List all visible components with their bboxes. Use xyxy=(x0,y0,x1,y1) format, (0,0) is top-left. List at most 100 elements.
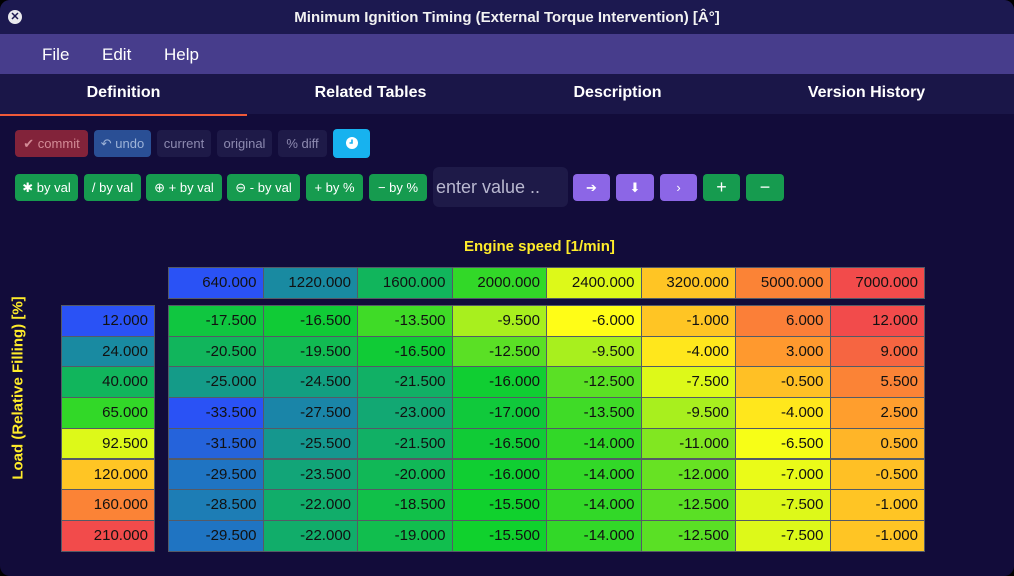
table-cell[interactable]: -27.500 xyxy=(262,397,358,429)
table-cell[interactable]: -33.500 xyxy=(168,397,264,429)
table-cell[interactable]: -6.000 xyxy=(546,305,642,337)
y-axis-cell[interactable]: 40.000 xyxy=(61,366,155,399)
commit-button[interactable]: ✔ commit xyxy=(15,130,88,157)
table-cell[interactable]: -7.500 xyxy=(640,366,736,399)
table-cell[interactable]: -9.500 xyxy=(640,397,736,429)
clock-button[interactable] xyxy=(333,129,370,158)
add-by-percent-button[interactable]: + by % xyxy=(306,174,363,201)
table-cell[interactable]: -1.000 xyxy=(640,305,736,337)
table-cell[interactable]: -24.500 xyxy=(262,366,358,399)
table-cell[interactable]: -4.000 xyxy=(640,335,736,368)
table-cell[interactable]: -21.500 xyxy=(357,366,453,399)
table-cell[interactable]: -23.500 xyxy=(262,458,358,491)
table-cell[interactable]: -7.500 xyxy=(735,489,831,521)
table-cell[interactable]: -19.000 xyxy=(357,519,453,552)
table-cell[interactable]: -18.500 xyxy=(357,489,453,521)
table-cell[interactable]: 2.500 xyxy=(829,397,925,429)
table-cell[interactable]: -7.000 xyxy=(735,458,831,491)
table-cell[interactable]: -29.500 xyxy=(168,458,264,491)
y-axis-cell[interactable]: 92.500 xyxy=(61,427,155,460)
tab-description[interactable]: Description xyxy=(494,74,741,114)
y-axis-cell[interactable]: 12.000 xyxy=(61,305,155,337)
table-cell[interactable]: -16.000 xyxy=(451,458,547,491)
x-axis-cell[interactable]: 5000.000 xyxy=(735,267,831,299)
table-cell[interactable]: -14.000 xyxy=(546,458,642,491)
table-cell[interactable]: -28.500 xyxy=(168,489,264,521)
table-cell[interactable]: -25.000 xyxy=(168,366,264,399)
table-cell[interactable]: -1.000 xyxy=(829,519,925,552)
table-cell[interactable]: -14.000 xyxy=(546,519,642,552)
table-cell[interactable]: -4.000 xyxy=(735,397,831,429)
menu-edit[interactable]: Edit xyxy=(102,45,131,65)
table-cell[interactable]: -21.500 xyxy=(357,427,453,460)
subtract-by-percent-button[interactable]: − by % xyxy=(369,174,427,201)
table-cell[interactable]: -15.500 xyxy=(451,489,547,521)
menu-file[interactable]: File xyxy=(42,45,69,65)
table-cell[interactable]: -22.000 xyxy=(262,489,358,521)
table-cell[interactable]: -16.500 xyxy=(451,427,547,460)
table-cell[interactable]: -20.000 xyxy=(357,458,453,491)
table-cell[interactable]: 3.000 xyxy=(735,335,831,368)
table-cell[interactable]: 6.000 xyxy=(735,305,831,337)
table-cell[interactable]: -16.000 xyxy=(451,366,547,399)
x-axis-cell[interactable]: 1220.000 xyxy=(262,267,358,299)
table-cell[interactable]: -12.500 xyxy=(640,489,736,521)
table-cell[interactable]: -12.000 xyxy=(640,458,736,491)
table-cell[interactable]: -17.000 xyxy=(451,397,547,429)
x-axis-cell[interactable]: 1600.000 xyxy=(357,267,453,299)
table-cell[interactable]: -14.000 xyxy=(546,489,642,521)
arrow-right-button[interactable]: ➔ xyxy=(573,174,610,201)
table-cell[interactable]: 5.500 xyxy=(829,366,925,399)
table-cell[interactable]: -12.500 xyxy=(546,366,642,399)
value-input[interactable] xyxy=(433,167,568,207)
table-cell[interactable]: -12.500 xyxy=(640,519,736,552)
table-cell[interactable]: -19.500 xyxy=(262,335,358,368)
table-cell[interactable]: -22.000 xyxy=(262,519,358,552)
x-axis-cell[interactable]: 2000.000 xyxy=(451,267,547,299)
y-axis-cell[interactable]: 120.000 xyxy=(61,458,155,491)
table-cell[interactable]: -16.500 xyxy=(262,305,358,337)
table-cell[interactable]: -13.500 xyxy=(357,305,453,337)
arrow-down-button[interactable]: ⬇ xyxy=(616,174,654,201)
table-cell[interactable]: -9.500 xyxy=(546,335,642,368)
tab-version-history[interactable]: Version History xyxy=(743,74,990,114)
y-axis-cell[interactable]: 24.000 xyxy=(61,335,155,368)
y-axis-cell[interactable]: 210.000 xyxy=(61,519,155,552)
x-axis-cell[interactable]: 2400.000 xyxy=(546,267,642,299)
table-cell[interactable]: -31.500 xyxy=(168,427,264,460)
y-axis-cell[interactable]: 160.000 xyxy=(61,489,155,521)
y-axis-cell[interactable]: 65.000 xyxy=(61,397,155,429)
table-cell[interactable]: -17.500 xyxy=(168,305,264,337)
table-cell[interactable]: -9.500 xyxy=(451,305,547,337)
plus-button[interactable]: + xyxy=(703,174,740,201)
table-cell[interactable]: -29.500 xyxy=(168,519,264,552)
table-cell[interactable]: 9.000 xyxy=(829,335,925,368)
table-cell[interactable]: -23.000 xyxy=(357,397,453,429)
table-cell[interactable]: -7.500 xyxy=(735,519,831,552)
chevron-right-button[interactable]: › xyxy=(660,174,697,201)
table-cell[interactable]: -6.500 xyxy=(735,427,831,460)
x-axis-cell[interactable]: 3200.000 xyxy=(640,267,736,299)
multiply-by-value-button[interactable]: ✱ by val xyxy=(15,174,78,201)
table-cell[interactable]: -14.000 xyxy=(546,427,642,460)
original-button[interactable]: original xyxy=(217,130,272,157)
table-cell[interactable]: -15.500 xyxy=(451,519,547,552)
table-cell[interactable]: -25.500 xyxy=(262,427,358,460)
table-cell[interactable]: -1.000 xyxy=(829,489,925,521)
undo-button[interactable]: ↶ undo xyxy=(94,130,151,157)
table-cell[interactable]: -20.500 xyxy=(168,335,264,368)
tab-related-tables[interactable]: Related Tables xyxy=(247,74,494,114)
x-axis-cell[interactable]: 640.000 xyxy=(168,267,264,299)
tab-definition[interactable]: Definition xyxy=(0,74,247,116)
table-cell[interactable]: -12.500 xyxy=(451,335,547,368)
table-cell[interactable]: -11.000 xyxy=(640,427,736,460)
diff-button[interactable]: % diff xyxy=(278,130,327,157)
divide-by-value-button[interactable]: / by val xyxy=(84,174,141,201)
table-cell[interactable]: -0.500 xyxy=(735,366,831,399)
current-button[interactable]: current xyxy=(157,130,211,157)
x-axis-cell[interactable]: 7000.000 xyxy=(829,267,925,299)
subtract-by-value-button[interactable]: ⊖ - by val xyxy=(227,174,300,201)
table-cell[interactable]: -0.500 xyxy=(829,458,925,491)
add-by-value-button[interactable]: ⊕ + by val xyxy=(146,174,222,201)
table-cell[interactable]: 0.500 xyxy=(829,427,925,460)
